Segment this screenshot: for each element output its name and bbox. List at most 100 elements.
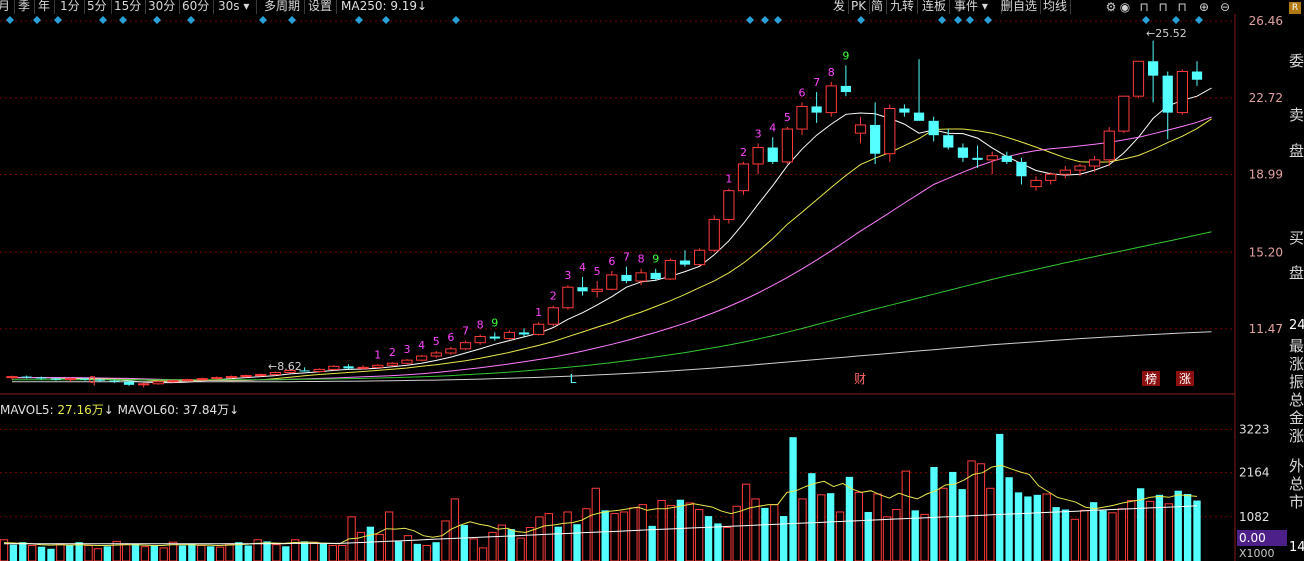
event-marker-icon[interactable] <box>1142 16 1150 24</box>
event-marker-icon[interactable] <box>259 16 267 24</box>
volume-bar[interactable] <box>309 541 319 561</box>
candle[interactable] <box>401 359 413 365</box>
period-60min[interactable]: 60分 <box>178 0 215 14</box>
candle[interactable] <box>621 266 632 284</box>
candle[interactable] <box>152 380 164 385</box>
volume-bar[interactable] <box>121 544 131 561</box>
candle[interactable] <box>884 104 896 162</box>
event-marker-icon[interactable] <box>187 16 195 24</box>
volume-bar[interactable] <box>263 541 271 561</box>
volume-bar[interactable] <box>1061 509 1070 561</box>
volume-bar[interactable] <box>497 524 507 561</box>
volume-bar[interactable] <box>629 507 638 561</box>
candle[interactable] <box>1030 176 1042 191</box>
tool-fa-button[interactable]: 发 <box>830 0 850 14</box>
candle[interactable] <box>811 92 822 123</box>
candle[interactable] <box>64 377 77 382</box>
volume-bar[interactable] <box>741 483 751 561</box>
volume-bar[interactable] <box>244 545 252 561</box>
volume-bar[interactable] <box>1193 500 1201 561</box>
volume-bar[interactable] <box>1090 502 1098 561</box>
event-marker-icon[interactable] <box>153 16 161 24</box>
volume-bar[interactable] <box>930 467 938 561</box>
event-marker-icon[interactable] <box>6 16 14 24</box>
volume-bar[interactable] <box>1183 493 1192 561</box>
volume-bar[interactable] <box>93 548 103 561</box>
candle[interactable] <box>928 116 939 142</box>
volume-bar[interactable] <box>1117 508 1127 561</box>
volume-bar[interactable] <box>761 507 769 561</box>
volume-bar[interactable] <box>1108 512 1117 561</box>
volume-bar[interactable] <box>648 525 656 561</box>
volume-bar[interactable] <box>958 489 966 561</box>
candle[interactable] <box>547 305 559 327</box>
candle[interactable] <box>752 143 764 175</box>
stock-chart[interactable]: 1 2 3 4 5 6 7 8 91234 56 7 8 9123 456789 ←25.52←8.62q… <box>0 0 1304 561</box>
volume-bar[interactable] <box>56 543 65 561</box>
event-marker-icon[interactable] <box>33 16 41 24</box>
volume-bar[interactable] <box>835 511 845 561</box>
volume-bar[interactable] <box>976 463 986 561</box>
remove-watchlist-button[interactable]: 删自选 <box>998 0 1042 14</box>
volume-bar[interactable] <box>826 493 835 561</box>
volume-bar[interactable] <box>1080 509 1089 561</box>
volume-bar[interactable] <box>676 499 685 561</box>
volume-bar[interactable] <box>469 538 478 561</box>
period-quarter[interactable]: 季 <box>14 0 36 14</box>
volume-bar[interactable] <box>1014 492 1023 561</box>
volume-bar[interactable] <box>610 513 619 561</box>
candle[interactable] <box>503 330 516 340</box>
volume-bar[interactable] <box>478 547 488 561</box>
volume-bar[interactable] <box>638 504 647 561</box>
event-marker-icon[interactable] <box>746 16 754 24</box>
volume-bar[interactable] <box>1005 477 1013 561</box>
event-marker-icon[interactable] <box>1195 16 1203 24</box>
volume-bar[interactable] <box>394 541 403 561</box>
volume-bar[interactable] <box>666 504 676 561</box>
volume-bar[interactable] <box>573 524 581 561</box>
candle[interactable] <box>1176 69 1188 115</box>
volume-bar[interactable] <box>704 516 713 561</box>
period-month[interactable]: 月 <box>0 0 16 14</box>
candle[interactable] <box>1001 151 1012 164</box>
volume-bar[interactable] <box>525 526 535 561</box>
candle[interactable] <box>708 215 720 253</box>
volume-bar[interactable] <box>1099 510 1107 561</box>
volume-bar[interactable] <box>544 513 553 561</box>
candle[interactable] <box>357 365 369 370</box>
volume-bar[interactable] <box>657 500 666 561</box>
candle[interactable] <box>899 104 910 117</box>
volume-bar[interactable] <box>723 526 732 561</box>
event-marker-icon[interactable] <box>54 16 62 24</box>
period-5min[interactable]: 5分 <box>83 0 112 14</box>
volume-bar[interactable] <box>1042 493 1051 561</box>
volume-bar[interactable] <box>178 545 187 561</box>
candle[interactable] <box>372 364 384 369</box>
candle[interactable] <box>606 270 618 291</box>
candle[interactable] <box>416 355 428 362</box>
event-marker-icon[interactable] <box>938 16 946 24</box>
volume-bar[interactable] <box>892 509 901 561</box>
volume-bar[interactable] <box>441 520 450 561</box>
tool-pk-button[interactable]: PK <box>848 0 871 14</box>
volume-bar[interactable] <box>328 544 337 561</box>
volume-bar[interactable] <box>206 546 215 561</box>
candle[interactable] <box>6 375 18 380</box>
volume-bar[interactable] <box>1155 494 1164 561</box>
volume-bar[interactable] <box>817 494 826 561</box>
period-30s-dropdown[interactable]: 30s ▾ <box>214 0 257 14</box>
tool-jian-button[interactable]: 简 <box>868 0 888 14</box>
volume-bar[interactable] <box>1127 500 1136 561</box>
candle[interactable] <box>343 364 354 370</box>
candle[interactable] <box>21 375 32 379</box>
volume-bar[interactable] <box>996 433 1004 561</box>
event-marker-icon[interactable] <box>774 16 782 24</box>
multi-period-button[interactable]: 多周期 <box>260 0 306 14</box>
event-marker-icon[interactable] <box>99 16 107 24</box>
candle[interactable] <box>796 102 808 136</box>
volume-bar[interactable] <box>986 487 995 561</box>
volume-bar[interactable] <box>1052 507 1060 561</box>
volume-bar[interactable] <box>554 526 562 561</box>
volume-bar[interactable] <box>882 516 892 561</box>
period-1min[interactable]: 1分 <box>56 0 85 14</box>
